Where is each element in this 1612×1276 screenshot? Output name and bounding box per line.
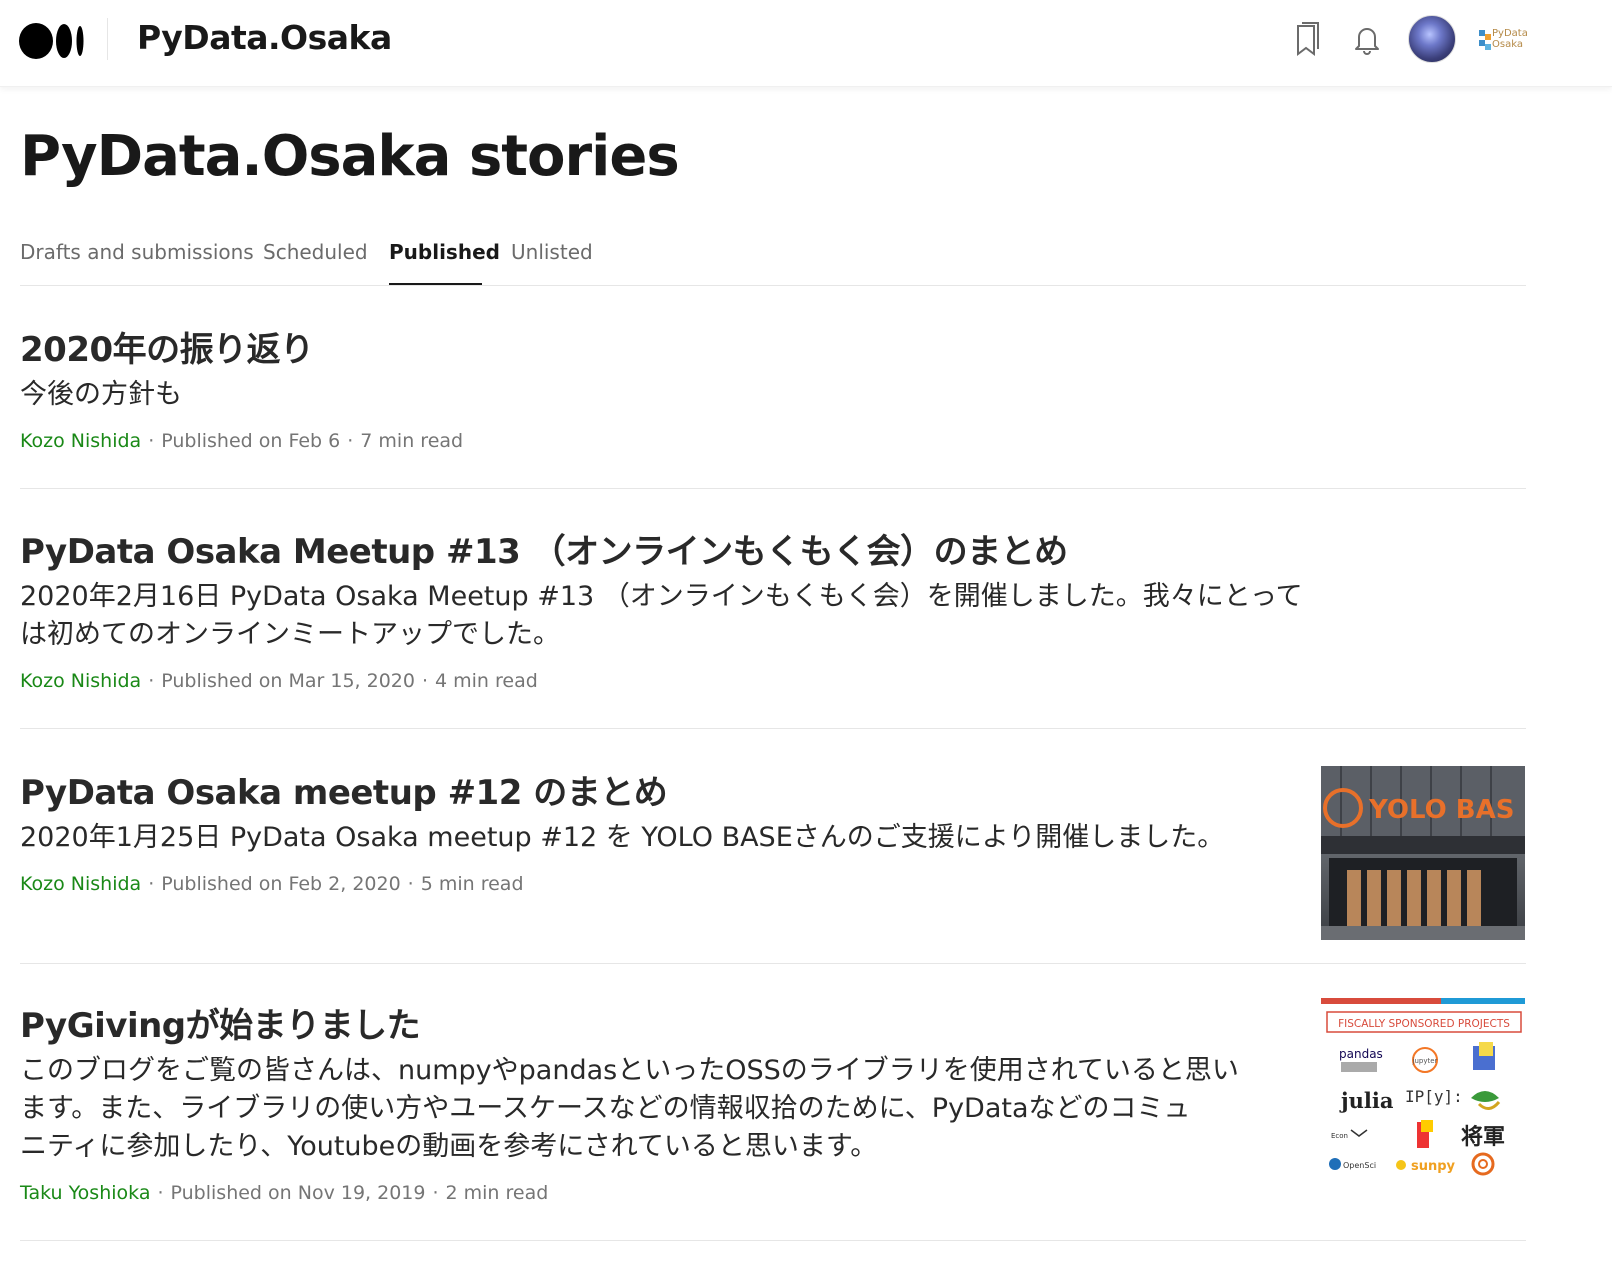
- top-navigation-bar: PyData.Osaka PyData Osaka: [0, 0, 1612, 87]
- logo-julia: julia: [1339, 1088, 1394, 1113]
- story-title[interactable]: 2020年の振り返り: [20, 328, 1526, 372]
- story-subtitle-line: このブログをご覧の皆さんは、numpyやpandasといったOSSのライブラリを…: [20, 1055, 1239, 1086]
- avatar[interactable]: [1408, 15, 1456, 63]
- published-date: Published on Mar 15, 2020: [161, 670, 415, 692]
- story-subtitle: 2020年2月16日 PyData Osaka Meetup #13 （オンライ…: [20, 578, 1526, 654]
- published-date: Published on Nov 19, 2019: [170, 1182, 426, 1204]
- read-time: 7 min read: [360, 430, 464, 452]
- story-item: PyData Osaka meetup #12 のまとめ 2020年1月25日 …: [20, 771, 1526, 895]
- tab-drafts-and-submissions[interactable]: Drafts and submissions: [20, 240, 254, 264]
- story-subtitle-line: ニティに参加したり、Youtubeの動画を参考にされていると思います。: [20, 1131, 878, 1162]
- story-title[interactable]: PyData Osaka meetup #12 のまとめ: [20, 771, 1526, 815]
- story-divider: [20, 963, 1526, 964]
- author-link[interactable]: Kozo Nishida: [20, 873, 141, 895]
- thumbnail-banner-text: FISCALLY SPONSORED PROJECTS: [1338, 1018, 1510, 1030]
- story-title[interactable]: PyData Osaka Meetup #13 （オンラインもくもく会）のまとめ: [20, 530, 1526, 574]
- story-divider: [20, 728, 1526, 729]
- thumbnail-sign-text: YOLO BAS: [1368, 795, 1514, 825]
- story-subtitle-line: ます。また、ライブラリの使い方やユースケースなどの情報収拾のために、PyData…: [20, 1093, 1191, 1124]
- tab-published[interactable]: Published: [389, 240, 500, 264]
- story-subtitle-line: 2020年2月16日 PyData Osaka Meetup #13 （オンライ…: [20, 581, 1303, 612]
- published-date: Published on Feb 2, 2020: [161, 873, 401, 895]
- read-time: 5 min read: [420, 873, 524, 895]
- published-date: Published on Feb 6: [161, 430, 341, 452]
- story-meta: Kozo Nishida · Published on Mar 15, 2020 · 4…: [20, 670, 538, 692]
- publication-name[interactable]: PyData.Osaka: [137, 18, 392, 57]
- bookmark-icon[interactable]: [1290, 20, 1326, 58]
- publication-logo[interactable]: PyData Osaka: [1478, 24, 1534, 58]
- author-link[interactable]: Kozo Nishida: [20, 430, 141, 452]
- page-title: PyData.Osaka stories: [20, 124, 680, 189]
- story-meta: Kozo Nishida · Published on Feb 2, 2020 · 5 …: [20, 873, 524, 895]
- story-item: 2020年の振り返り 今後の方針も Kozo Nishida · Published…: [20, 328, 1526, 452]
- read-time: 4 min read: [435, 670, 538, 692]
- tabs-divider: [20, 285, 1526, 286]
- story-item: PyData Osaka Meetup #13 （オンラインもくもく会）のまとめ…: [20, 530, 1526, 692]
- publication-logo-text-2: Osaka: [1492, 39, 1523, 50]
- bell-icon[interactable]: [1349, 20, 1385, 58]
- medium-logo-icon[interactable]: [19, 22, 85, 60]
- tab-unlisted[interactable]: Unlisted: [511, 240, 593, 264]
- svg-text:Econ: Econ: [1331, 1132, 1348, 1140]
- story-title[interactable]: PyGivingが始まりました: [20, 1004, 1526, 1048]
- logo-jupyter: jupyter: [1412, 1057, 1438, 1065]
- logo-sunpy: sunpy: [1411, 1159, 1456, 1174]
- read-time: 2 min read: [445, 1182, 549, 1204]
- story-subtitle-line: は初めてのオンラインミートアップでした。: [20, 619, 560, 650]
- logo-pandas: pandas: [1339, 1047, 1383, 1061]
- author-link[interactable]: Taku Yoshioka: [20, 1182, 150, 1204]
- logo-divider: [107, 18, 108, 60]
- story-subtitle: このブログをご覧の皆さんは、numpyやpandasといったOSSのライブラリを…: [20, 1052, 1526, 1166]
- logo-ipython: IP[y]:: [1405, 1087, 1463, 1106]
- story-thumbnail-yolo-base[interactable]: YOLO BAS: [1321, 766, 1525, 940]
- story-subtitle: 2020年1月25日 PyData Osaka meetup #12 を YOL…: [20, 822, 1225, 853]
- author-link[interactable]: Kozo Nishida: [20, 670, 141, 692]
- story-thumbnail-numfocus[interactable]: FISCALLY SPONSORED PROJECTS pandas jupyt…: [1321, 998, 1525, 1178]
- story-divider: [20, 488, 1526, 489]
- story-subtitle: 今後の方針も: [20, 379, 182, 410]
- story-meta: Taku Yoshioka · Published on Nov 19, 2019 ·…: [20, 1182, 549, 1204]
- story-divider: [20, 1240, 1526, 1241]
- tab-scheduled[interactable]: Scheduled: [263, 240, 368, 264]
- story-item: PyGivingが始まりました このブログをご覧の皆さんは、numpyやpand…: [20, 1004, 1526, 1204]
- story-meta: Kozo Nishida · Published on Feb 6 · 7 min re…: [20, 430, 464, 452]
- logo-opensci: OpenSci: [1343, 1161, 1376, 1170]
- publication-logo-text-1: PyData: [1492, 28, 1528, 39]
- logo-shogun: 将軍: [1461, 1124, 1505, 1150]
